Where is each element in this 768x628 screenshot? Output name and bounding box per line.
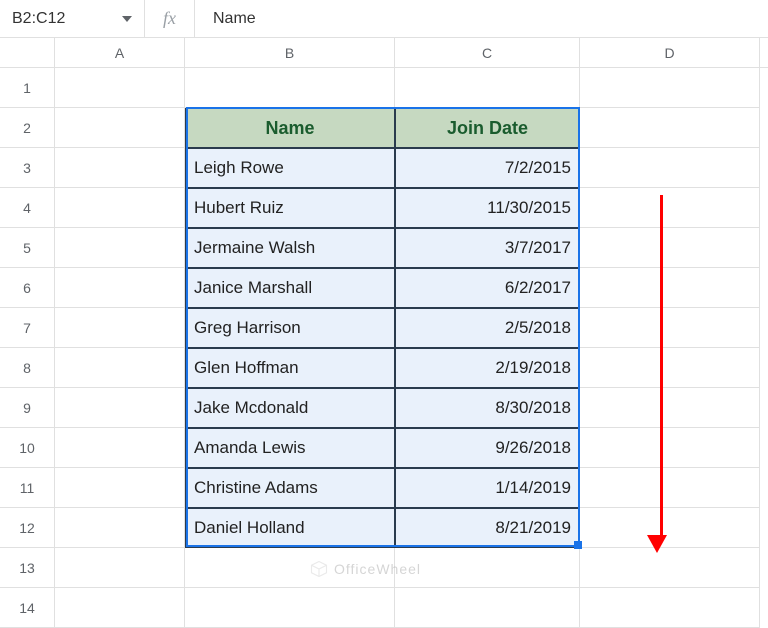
row-header[interactable]: 4 xyxy=(0,188,55,228)
fx-icon: fx xyxy=(145,0,195,37)
cell-join[interactable]: 2/5/2018 xyxy=(395,308,580,348)
cell[interactable] xyxy=(55,388,185,428)
table-row: 4 Hubert Ruiz 11/30/2015 xyxy=(0,188,768,228)
cell[interactable] xyxy=(185,68,395,108)
row-header[interactable]: 8 xyxy=(0,348,55,388)
table-row: 6 Janice Marshall 6/2/2017 xyxy=(0,268,768,308)
cell[interactable] xyxy=(185,588,395,628)
cell[interactable] xyxy=(580,508,760,548)
cell[interactable] xyxy=(55,188,185,228)
cell[interactable] xyxy=(580,548,760,588)
cell[interactable] xyxy=(55,588,185,628)
cell-name[interactable]: Amanda Lewis xyxy=(185,428,395,468)
cell-join[interactable]: 11/30/2015 xyxy=(395,188,580,228)
table-row: 11 Christine Adams 1/14/2019 xyxy=(0,468,768,508)
row-1: 1 xyxy=(0,68,768,108)
cell-name[interactable]: Janice Marshall xyxy=(185,268,395,308)
cell[interactable] xyxy=(580,108,760,148)
row-header[interactable]: 5 xyxy=(0,228,55,268)
cell[interactable] xyxy=(580,388,760,428)
cell[interactable] xyxy=(580,308,760,348)
cell-name[interactable]: Leigh Rowe xyxy=(185,148,395,188)
table-row: 7 Greg Harrison 2/5/2018 xyxy=(0,308,768,348)
watermark-text: OfficeWheel xyxy=(334,561,421,577)
cell[interactable] xyxy=(55,228,185,268)
col-header-d[interactable]: D xyxy=(580,38,760,67)
cell[interactable] xyxy=(55,68,185,108)
row-14: 14 xyxy=(0,588,768,628)
row-header[interactable]: 7 xyxy=(0,308,55,348)
cell-name[interactable]: Jake Mcdonald xyxy=(185,388,395,428)
cell[interactable] xyxy=(580,148,760,188)
cell[interactable] xyxy=(580,68,760,108)
row-header[interactable]: 12 xyxy=(0,508,55,548)
row-header[interactable]: 14 xyxy=(0,588,55,628)
name-box[interactable]: B2:C12 xyxy=(0,0,145,37)
cell[interactable] xyxy=(580,228,760,268)
row-header[interactable]: 9 xyxy=(0,388,55,428)
annotation-arrow-down-icon xyxy=(655,195,667,553)
row-2: 2 Name Join Date xyxy=(0,108,768,148)
cell-join[interactable]: 1/14/2019 xyxy=(395,468,580,508)
cell[interactable] xyxy=(55,108,185,148)
cell[interactable] xyxy=(580,268,760,308)
row-header[interactable]: 10 xyxy=(0,428,55,468)
cell[interactable] xyxy=(55,428,185,468)
row-header[interactable]: 11 xyxy=(0,468,55,508)
cell-join[interactable]: 9/26/2018 xyxy=(395,428,580,468)
table-row: 5 Jermaine Walsh 3/7/2017 xyxy=(0,228,768,268)
col-header-b[interactable]: B xyxy=(185,38,395,67)
table-header-name[interactable]: Name xyxy=(185,108,395,148)
cell[interactable] xyxy=(580,428,760,468)
col-header-c[interactable]: C xyxy=(395,38,580,67)
cell-name[interactable]: Christine Adams xyxy=(185,468,395,508)
cell-join[interactable]: 7/2/2015 xyxy=(395,148,580,188)
cell[interactable] xyxy=(55,148,185,188)
cell-join[interactable]: 6/2/2017 xyxy=(395,268,580,308)
watermark: OfficeWheel xyxy=(310,560,421,578)
table-row: 3 Leigh Rowe 7/2/2015 xyxy=(0,148,768,188)
cell[interactable] xyxy=(55,268,185,308)
table-row: 10 Amanda Lewis 9/26/2018 xyxy=(0,428,768,468)
cell[interactable] xyxy=(395,588,580,628)
watermark-logo-icon xyxy=(310,560,328,578)
cell[interactable] xyxy=(580,348,760,388)
table-row: 8 Glen Hoffman 2/19/2018 xyxy=(0,348,768,388)
row-header[interactable]: 6 xyxy=(0,268,55,308)
cell[interactable] xyxy=(580,468,760,508)
cell-name[interactable]: Daniel Holland xyxy=(185,508,395,548)
cell[interactable] xyxy=(55,348,185,388)
formula-input[interactable]: Name xyxy=(195,10,768,28)
cell-name[interactable]: Greg Harrison xyxy=(185,308,395,348)
dropdown-icon[interactable] xyxy=(122,16,132,22)
col-header-a[interactable]: A xyxy=(55,38,185,67)
cell-join[interactable]: 2/19/2018 xyxy=(395,348,580,388)
select-all-corner[interactable] xyxy=(0,38,55,67)
cell[interactable] xyxy=(55,508,185,548)
cell-join[interactable]: 8/21/2019 xyxy=(395,508,580,548)
row-header[interactable]: 1 xyxy=(0,68,55,108)
formula-bar: B2:C12 fx Name xyxy=(0,0,768,38)
cell-join[interactable]: 8/30/2018 xyxy=(395,388,580,428)
cell[interactable] xyxy=(395,68,580,108)
cell-name[interactable]: Jermaine Walsh xyxy=(185,228,395,268)
row-header[interactable]: 2 xyxy=(0,108,55,148)
table-row: 9 Jake Mcdonald 8/30/2018 xyxy=(0,388,768,428)
cell-join[interactable]: 3/7/2017 xyxy=(395,228,580,268)
cell[interactable] xyxy=(55,468,185,508)
cell[interactable] xyxy=(55,308,185,348)
column-headers: A B C D xyxy=(0,38,768,68)
table-header-join[interactable]: Join Date xyxy=(395,108,580,148)
cell[interactable] xyxy=(580,188,760,228)
cell[interactable] xyxy=(395,548,580,588)
row-header[interactable]: 3 xyxy=(0,148,55,188)
cell[interactable] xyxy=(580,588,760,628)
cell[interactable] xyxy=(55,548,185,588)
row-header[interactable]: 13 xyxy=(0,548,55,588)
name-box-value: B2:C12 xyxy=(12,10,65,28)
cell-name[interactable]: Glen Hoffman xyxy=(185,348,395,388)
cell-name[interactable]: Hubert Ruiz xyxy=(185,188,395,228)
